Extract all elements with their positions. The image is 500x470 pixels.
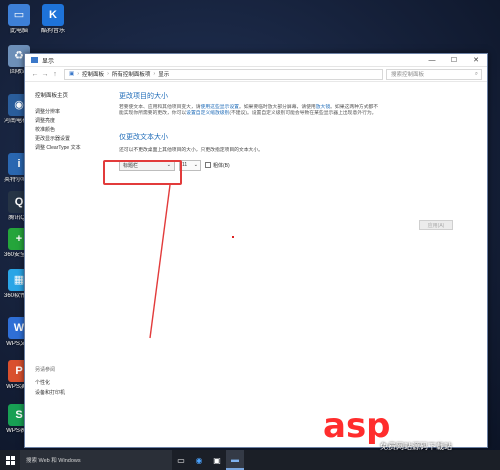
- watermark-white: ku: [390, 406, 438, 446]
- display-window-icon[interactable]: ▬: [226, 450, 244, 470]
- windows-logo-icon: [5, 455, 15, 465]
- aspku-watermark: aspku: [323, 408, 437, 444]
- start-button[interactable]: [0, 450, 20, 470]
- taskbar-search-text: 搜索 Web 和 Windows: [26, 458, 81, 464]
- annotation-dot: [232, 236, 234, 238]
- watermark-subtitle: 免费网站源码下载站: [380, 442, 452, 451]
- taskbar: 搜索 Web 和 Windows ▭ ◉ ▣ ▬: [0, 450, 500, 470]
- browser-icon[interactable]: ◉: [190, 450, 208, 470]
- task-view-icon[interactable]: ▭: [172, 450, 190, 470]
- annotation-arrow: [149, 184, 171, 339]
- watermark-red: asp: [323, 406, 391, 446]
- store-icon[interactable]: ▣: [208, 450, 226, 470]
- taskbar-search[interactable]: 搜索 Web 和 Windows: [20, 450, 172, 470]
